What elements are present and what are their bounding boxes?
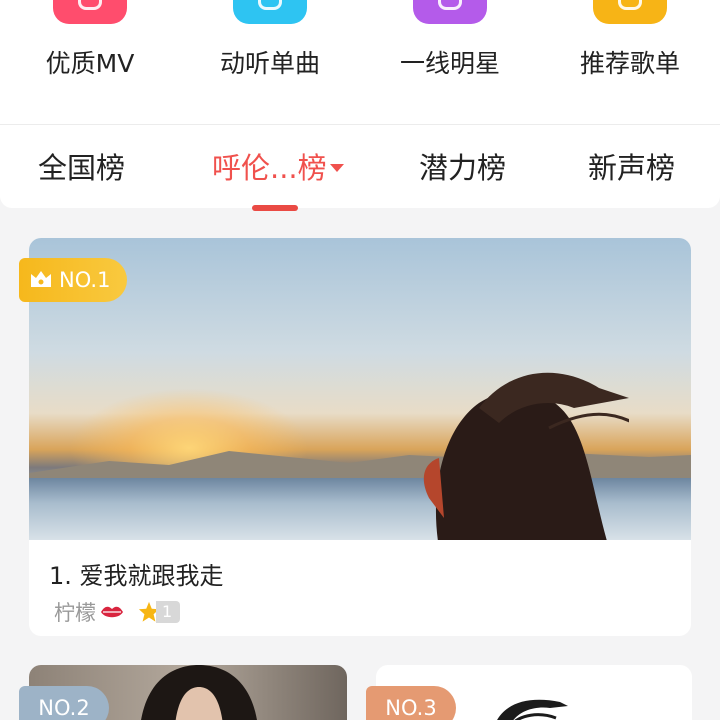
rank-badge-2: NO.2 <box>19 686 109 720</box>
star-rating: 1 <box>138 601 181 623</box>
active-tab-indicator <box>252 205 298 211</box>
tab-regional-label: 呼伦...榜 <box>212 151 327 185</box>
disc-icon <box>233 0 307 24</box>
tab-national[interactable]: 全国榜 <box>38 145 125 187</box>
caret-down-icon <box>329 164 344 172</box>
song-cover-image <box>29 238 691 540</box>
quick-entry-singles[interactable]: 动听单曲 <box>180 0 360 124</box>
star-count: 1 <box>156 601 181 623</box>
star-person-icon <box>413 0 487 24</box>
chart-tabs: 全国榜 呼伦...榜 潜力榜 新声榜 <box>0 124 720 211</box>
quick-entry-label: 优质MV <box>45 49 135 78</box>
quick-entry-grid: 优质MV 动听单曲 一线明星 推荐歌单 <box>0 0 720 124</box>
song-title: 1. 爱我就跟我走 <box>49 562 224 590</box>
rank-badge-3: NO.3 <box>366 686 456 720</box>
tab-regional[interactable]: 呼伦...榜 <box>212 145 344 187</box>
quick-entry-stars[interactable]: 一线明星 <box>360 0 540 124</box>
crown-icon <box>31 271 51 287</box>
quick-entry-label: 一线明星 <box>399 49 500 78</box>
quick-entry-label: 动听单曲 <box>219 49 320 78</box>
mv-icon <box>53 0 127 24</box>
song-cover-image <box>497 699 568 720</box>
rank-badge-label: NO.1 <box>59 268 111 292</box>
quick-entry-playlists[interactable]: 推荐歌单 <box>540 0 720 124</box>
tab-potential[interactable]: 潜力榜 <box>419 145 506 187</box>
top-song-card[interactable]: 1. 爱我就跟我走 柠檬 1 <box>29 238 691 636</box>
rank-badge-1: NO.1 <box>19 258 127 302</box>
lips-icon <box>101 606 123 618</box>
playlist-icon <box>593 0 667 24</box>
quick-entry-mv[interactable]: 优质MV <box>0 0 180 124</box>
song-cover-image <box>141 665 257 720</box>
song-meta: 柠檬 1 <box>54 598 181 626</box>
quick-entry-label: 推荐歌单 <box>579 49 680 78</box>
artist-name: 柠檬 <box>54 601 96 625</box>
tab-new-voice[interactable]: 新声榜 <box>588 145 675 187</box>
